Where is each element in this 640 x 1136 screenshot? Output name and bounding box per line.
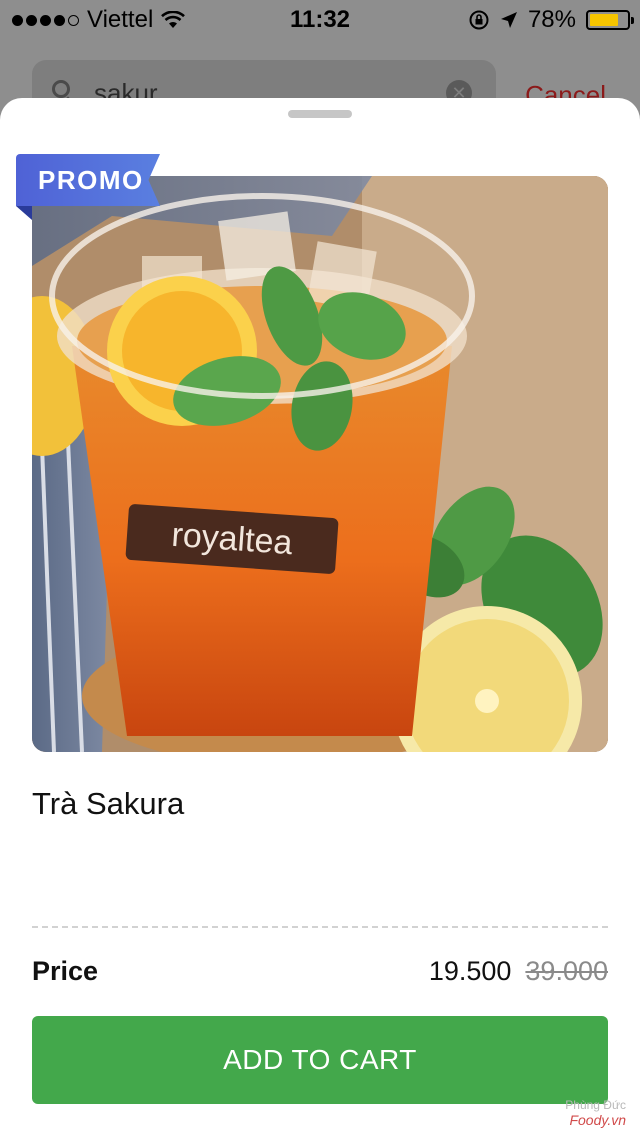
product-sheet: royaltea PROMO Trà Sakura Price 19.500 3… [0,98,640,1136]
promo-label: PROMO [38,165,144,195]
search-icon [52,80,70,98]
product-name: Trà Sakura [32,786,185,821]
location-arrow-icon [500,12,517,28]
watermark-brand: Foody.vn [569,1112,626,1128]
battery-percent: 78% [527,6,576,33]
add-to-cart-button[interactable]: ADD TO CART [32,1016,608,1104]
rotation-lock-icon [469,10,489,30]
battery-icon [586,10,634,30]
sheet-drag-handle[interactable] [288,110,352,118]
product-image: royaltea [32,176,608,752]
promo-badge: PROMO [16,154,160,220]
watermark-author: Phùng Đức [565,1098,626,1112]
price-current: 19.500 [428,956,512,986]
watermark: Phùng Đức Foody.vn [565,1098,626,1128]
status-bar: Viettel 11:32 78% [0,0,640,40]
divider [32,926,608,928]
price-original: 39.000 [525,956,608,986]
price-values: 19.500 39.000 [429,956,608,987]
battery-level [590,14,619,26]
price-label: Price [32,956,99,986]
